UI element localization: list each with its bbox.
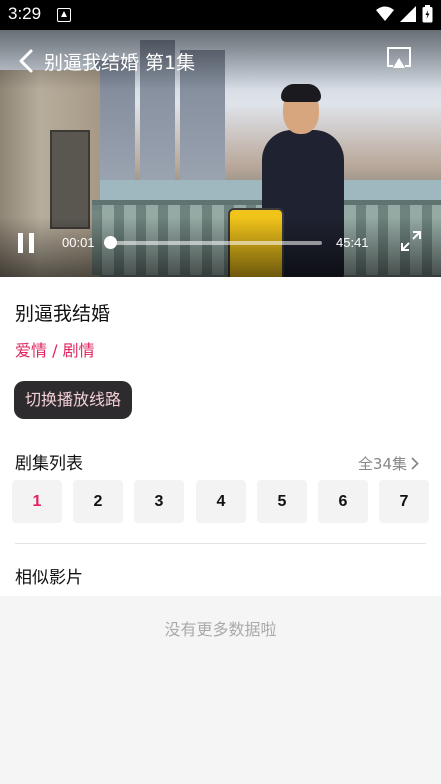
- scene-plaque: [50, 130, 90, 229]
- fullscreen-icon[interactable]: [400, 230, 422, 252]
- no-more-text: 没有更多数据啦: [164, 620, 277, 639]
- signal-icon: [400, 6, 416, 22]
- switch-line-button[interactable]: 切换播放线路: [14, 381, 132, 419]
- back-arrow-icon[interactable]: [16, 48, 38, 74]
- cast-icon[interactable]: [386, 46, 412, 70]
- video-player[interactable]: 别逼我结婚 第1集 00:01 45:41: [0, 30, 441, 277]
- wifi-icon: [376, 6, 394, 21]
- episode-button[interactable]: 4: [196, 480, 246, 523]
- seek-thumb[interactable]: [104, 236, 117, 249]
- video-title: 别逼我结婚 第1集: [44, 52, 196, 74]
- episode-button[interactable]: 2: [73, 480, 123, 523]
- info-panel: 别逼我结婚 爱情 / 剧情 切换播放线路 剧集列表 全34集 1 2 3 4 5…: [0, 277, 441, 596]
- all-episodes-link[interactable]: 全34集: [358, 453, 419, 474]
- similar-title: 相似影片: [15, 568, 83, 588]
- current-time: 00:01: [62, 235, 95, 250]
- status-icons: [376, 5, 433, 23]
- episode-list: 1 2 3 4 5 6 7: [12, 480, 430, 524]
- battery-icon: [422, 5, 433, 23]
- episode-button[interactable]: 6: [318, 480, 368, 523]
- chevron-right-icon: [411, 457, 419, 470]
- episode-button[interactable]: 7: [379, 480, 429, 523]
- seek-bar[interactable]: [110, 241, 322, 245]
- episode-button[interactable]: 3: [134, 480, 184, 523]
- divider: [15, 543, 426, 544]
- status-time: 3:29: [8, 4, 42, 23]
- total-time: 45:41: [336, 235, 369, 250]
- episode-list-title: 剧集列表: [15, 454, 83, 474]
- show-title: 别逼我结婚: [15, 303, 111, 325]
- episode-button[interactable]: 1: [12, 480, 62, 523]
- genres: 爱情 / 剧情: [15, 341, 95, 360]
- app-notification-icon: [57, 8, 71, 22]
- status-bar: 3:29: [0, 0, 441, 30]
- pause-button[interactable]: [18, 233, 36, 253]
- pause-icon-bar: [18, 233, 23, 253]
- pause-icon-bar: [29, 233, 34, 253]
- episode-button[interactable]: 5: [257, 480, 307, 523]
- episode-count: 全34集: [357, 455, 407, 473]
